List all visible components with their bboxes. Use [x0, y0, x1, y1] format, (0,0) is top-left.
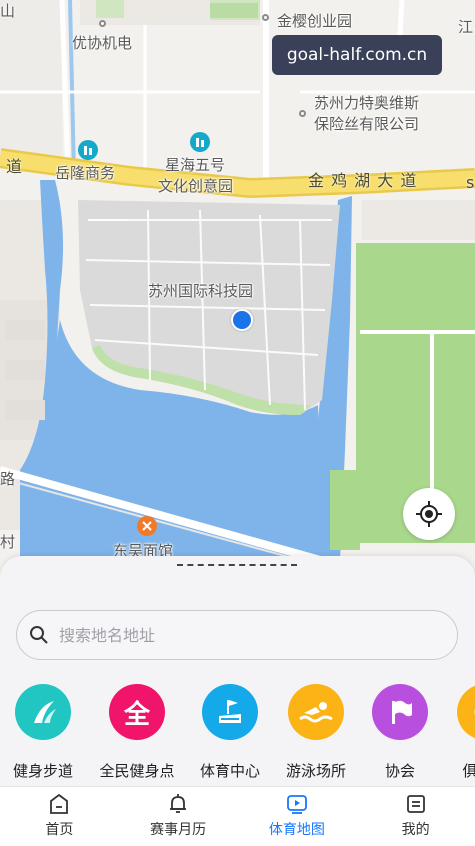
- category-association[interactable]: 协会: [357, 684, 443, 781]
- category-label: 健身步道: [12, 762, 73, 780]
- map-label-park: 苏州国际科技园: [148, 282, 254, 300]
- flag-icon: [372, 684, 428, 740]
- poi-dot-youxie[interactable]: [99, 20, 106, 27]
- category-label: 体育中心: [199, 762, 260, 780]
- map-label-yuelong: 岳隆商务: [55, 164, 116, 182]
- building-poi-icon-xinghai[interactable]: [190, 132, 210, 152]
- bottom-sheet: 健身步道 全 全民健身点 体育中心 游泳场所: [0, 556, 475, 788]
- tab-event-calendar[interactable]: 赛事月历: [119, 787, 238, 846]
- profile-icon: [406, 795, 425, 813]
- map-label-xinghai-1: 星海五号: [165, 156, 226, 174]
- map-label-jinying: 金樱创业园: [277, 12, 353, 30]
- map-label-lite-1: 苏州力特奥维斯: [314, 94, 420, 112]
- play-map-icon: [286, 795, 307, 814]
- watermark: goal-half.com.cn: [272, 35, 442, 75]
- category-label: 全民健身点: [99, 762, 175, 780]
- tab-mine[interactable]: 我的: [356, 787, 475, 846]
- stadium-icon: [202, 684, 258, 740]
- bell-icon: [170, 794, 187, 813]
- map-label-jiang: 江: [458, 18, 474, 36]
- poi-dot-jinying[interactable]: [262, 14, 269, 21]
- tab-label-sports-map: 体育地图: [268, 822, 325, 838]
- app-screen: 山 金樱创业园 江 优协机电 苏州力特奥维斯 保险丝有限公司 星海五号 文化创意…: [0, 0, 475, 846]
- tab-home[interactable]: 首页: [0, 787, 119, 846]
- current-location-dot: [231, 309, 253, 331]
- category-label: 游泳场所: [285, 762, 346, 780]
- category-label: 俱乐部: [462, 762, 475, 780]
- search-icon: [30, 626, 48, 644]
- category-sports-center[interactable]: 体育中心: [187, 684, 273, 781]
- home-icon: [50, 793, 69, 814]
- category-label: 协会: [384, 762, 415, 780]
- locate-me-button[interactable]: [403, 488, 455, 540]
- map-label-cut-top: 山: [0, 2, 16, 20]
- map-label-xinghai-2: 文化创意园: [158, 177, 234, 195]
- building-poi-icon-yuelong[interactable]: [78, 140, 98, 160]
- tab-label-mine: 我的: [401, 822, 430, 838]
- map-label-lu: 路: [0, 470, 16, 488]
- category-fitness-trail[interactable]: 健身步道: [0, 684, 86, 781]
- bottom-tab-bar: 首页 赛事月历 体育地图 我的: [0, 786, 475, 846]
- restaurant-poi-icon[interactable]: [137, 516, 157, 536]
- tab-label-home: 首页: [45, 822, 74, 838]
- quan-icon: 全: [109, 684, 165, 740]
- club-icon: [457, 684, 475, 740]
- map-label-youxie: 优协机电: [72, 34, 133, 52]
- road-label-left: 道: [6, 157, 24, 176]
- category-list: 健身步道 全 全民健身点 体育中心 游泳场所 协会 俱: [0, 684, 475, 784]
- drag-handle[interactable]: [177, 564, 297, 568]
- map-label-cun: 村: [0, 533, 16, 551]
- category-swimming[interactable]: 游泳场所: [273, 684, 359, 781]
- tab-sports-map[interactable]: 体育地图: [238, 787, 357, 846]
- category-public-fitness[interactable]: 全 全民健身点: [94, 684, 180, 781]
- search-input[interactable]: [57, 624, 457, 646]
- poi-dot-lite[interactable]: [299, 110, 306, 117]
- map-label-lite-2: 保险丝有限公司: [314, 115, 420, 133]
- crosshair-icon: [416, 501, 442, 527]
- tab-label-calendar: 赛事月历: [150, 822, 207, 838]
- road-label-right: s: [466, 173, 475, 192]
- search-box[interactable]: [16, 610, 458, 660]
- trail-icon: [15, 684, 71, 740]
- road-label-jinji: 金 鸡 湖 大 道: [308, 171, 418, 190]
- swimming-icon: [288, 684, 344, 740]
- category-club[interactable]: 俱乐部: [442, 684, 475, 781]
